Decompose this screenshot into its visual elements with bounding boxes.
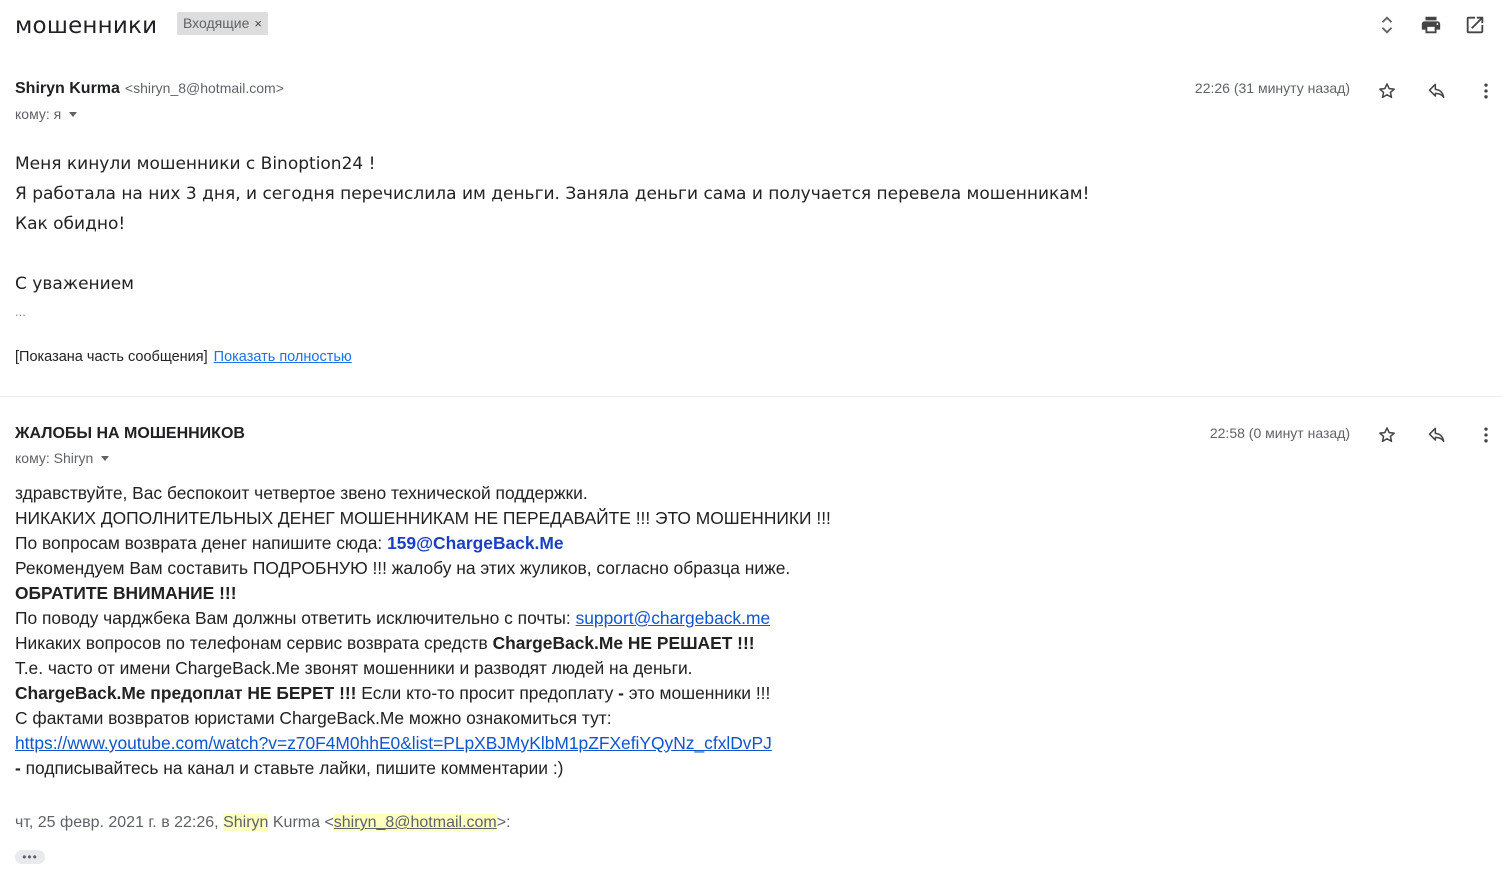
body-line: По поводу чарджбека Вам должны ответить … [15,606,831,631]
quote-name-highlight: Shiryn [223,814,269,831]
body-text: Никаких вопросов по телефонам сервис воз… [15,633,493,653]
message-1: Shiryn Kurma <shiryn_8@hotmail.com> кому:… [15,78,1488,378]
message-body: Меня кинули мошенники с Binoption24 ! Я … [15,149,1089,299]
recipient-text: кому: я [15,106,62,122]
inbox-label-chip[interactable]: Входящие × [177,12,268,35]
recipient-details-icon[interactable] [69,112,78,117]
partial-notice-text: [Показана часть сообщения] [15,349,208,365]
body-line: ОБРАТИТЕ ВНИМАНИЕ !!! [15,581,831,606]
body-text: Если кто-то просит предоплату [356,683,619,703]
body-text: По вопросам возврата денег напишите сюда… [15,533,388,553]
quote-date: чт, 25 февр. 2021 г. в 22:26, [15,814,224,831]
subject-bar: мошенники Входящие × [15,10,1502,46]
body-line: Как обидно! [15,214,126,234]
body-line [15,239,1089,269]
message-divider [0,396,1502,397]
body-text: это мошенники !!! [623,683,771,703]
trimmed-content-indicator[interactable]: ... [15,304,26,319]
message-time: 22:58 (0 минут назад) [1209,425,1350,441]
sender-email: <shiryn_8@hotmail.com> [124,80,284,96]
recipient-line: кому: я [15,106,78,122]
body-line: ChargeBack.Me предоплат НЕ БЕРЕТ !!! Есл… [15,681,831,706]
body-line: По вопросам возврата денег напишите сюда… [15,531,831,556]
chargeback-email[interactable]: 159@ChargeBack.Me [387,533,563,553]
star-icon[interactable] [1374,78,1400,104]
reply-icon[interactable] [1424,422,1450,448]
body-line: https://www.youtube.com/watch?v=z70F4M0h… [15,731,831,756]
body-line: здравствуйте, Вас беспокоит четвертое зв… [15,483,588,503]
label-text: Входящие [183,15,250,31]
body-line: Меня кинули мошенники с Binoption24 ! [15,154,376,174]
body-text: подписывайтесь на канал и ставьте лайки,… [20,758,564,778]
recipient-text: кому: Shiryn [15,450,94,466]
youtube-link[interactable]: https://www.youtube.com/watch?v=z70F4M0h… [15,733,772,753]
quote-end: >: [496,814,511,831]
more-options-icon[interactable] [1473,78,1499,104]
body-line: - подписывайтесь на канал и ставьте лайк… [15,756,831,781]
quote-email-link[interactable]: shiryn_8@hotmail.com [333,814,497,831]
more-options-icon[interactable] [1473,422,1499,448]
quote-name-rest: Kurma < [268,814,334,831]
sender-name-text: Shiryn Kurma [15,80,120,97]
sender-name: ЖАЛОБЫ НА МОШЕННИКОВ [15,425,245,442]
bold-text: ChargeBack.Me предоплат НЕ БЕРЕТ !!! [15,683,357,703]
body-line: Т.е. часто от имени ChargeBack.Me звонят… [15,658,693,678]
body-text: По поводу чарджбека Вам должны ответить … [15,608,576,628]
bold-text: ChargeBack.Me НЕ РЕШАЕТ !!! [492,633,755,653]
body-line: С уважением [15,274,134,294]
attention-heading: ОБРАТИТЕ ВНИМАНИЕ !!! [15,583,237,603]
show-trimmed-content-button[interactable]: ••• [15,850,45,864]
support-email-link[interactable]: support@chargeback.me [576,608,771,628]
body-line: Рекомендуем Вам составить ПОДРОБНУЮ !!! … [15,558,791,578]
partial-message-notice: [Показана часть сообщения] Показать полно… [15,349,352,365]
expand-collapse-icon[interactable] [1374,12,1400,38]
email-subject: мошенники [15,13,158,39]
show-full-message-link[interactable]: Показать полностью [214,349,352,365]
quoted-message-header: чт, 25 февр. 2021 г. в 22:26, Shiryn Kur… [15,814,511,832]
body-line: НИКАКИХ ДОПОЛНИТЕЛЬНЫХ ДЕНЕГ МОШЕННИКАМ … [15,508,831,528]
body-line: Я работала на них 3 дня, и сегодня переч… [15,184,1090,204]
message-2-header: ЖАЛОБЫ НА МОШЕННИКОВ кому: Shiryn 22:58 … [15,422,1488,466]
body-line: Никаких вопросов по телефонам сервис воз… [15,631,831,656]
recipient-line: кому: Shiryn [15,450,110,466]
sender-name: Shiryn Kurma <shiryn_8@hotmail.com> [15,80,284,98]
message-time: 22:26 (31 минуту назад) [1194,80,1350,96]
body-line: С фактами возвратов юристами ChargeBack.… [15,708,612,728]
open-new-window-icon[interactable] [1462,12,1488,38]
remove-label-icon[interactable]: × [254,16,262,31]
print-icon[interactable] [1418,12,1444,38]
message-body: здравствуйте, Вас беспокоит четвертое зв… [15,481,831,781]
recipient-details-icon[interactable] [101,456,110,461]
reply-icon[interactable] [1424,78,1450,104]
thread-toolbar [1374,12,1494,38]
star-icon[interactable] [1374,422,1400,448]
